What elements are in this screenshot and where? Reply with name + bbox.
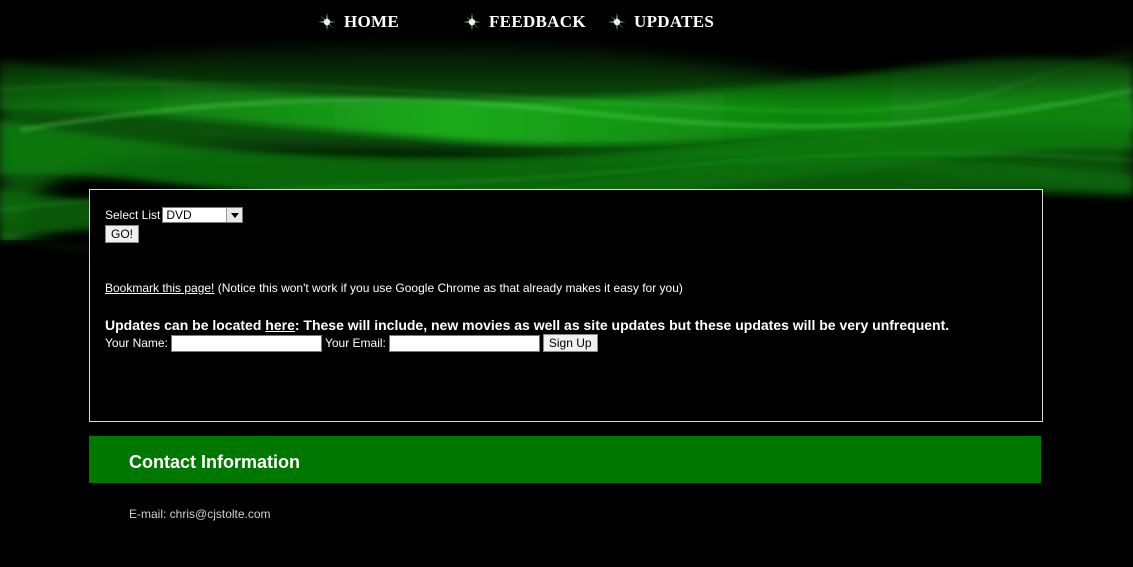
bookmark-line: Bookmark this page! (Notice this won't w… [105,281,683,295]
list-select-dropdown[interactable]: DVD [162,207,244,223]
top-navigation: HOME FEEDBACK UPDATES [0,12,1133,36]
contact-email: E-mail: chris@cjstolte.com [129,507,271,521]
updates-notice: Updates can be located here: These will … [105,317,949,333]
content-panel: Select List DVD GO! Bookmark this page! … [89,189,1043,422]
nav-home-link[interactable]: HOME [318,12,399,32]
contact-title: Contact Information [129,452,300,472]
name-input[interactable] [170,334,322,352]
sparkle-icon [318,13,336,31]
signup-form: Your Name: Your Email: Sign Up [105,334,598,352]
go-button[interactable]: GO! [105,225,140,243]
sparkle-icon [608,13,626,31]
nav-updates-link[interactable]: UPDATES [608,12,714,32]
bookmark-link[interactable]: Bookmark this page! [105,281,214,295]
contact-header-bar: Contact Information [89,436,1041,483]
bookmark-note: (Notice this won't work if you use Googl… [214,281,683,295]
chevron-down-icon [226,208,243,222]
nav-updates-label: UPDATES [634,12,715,31]
email-label: Your Email: [324,336,386,350]
sign-up-button[interactable]: Sign Up [542,334,598,352]
email-input[interactable] [388,334,540,352]
select-list-label: Select List [105,208,161,222]
updates-here-link[interactable]: here [265,317,295,333]
sparkle-icon [463,13,481,31]
name-label: Your Name: [105,336,168,350]
nav-home-label: HOME [344,12,400,31]
select-value: DVD [166,208,192,222]
updates-suffix: : These will include, new movies as well… [294,317,950,333]
select-list-row: Select List DVD [105,207,244,223]
updates-prefix: Updates can be located [105,317,266,333]
nav-feedback-link[interactable]: FEEDBACK [463,12,586,32]
nav-feedback-label: FEEDBACK [489,12,586,31]
